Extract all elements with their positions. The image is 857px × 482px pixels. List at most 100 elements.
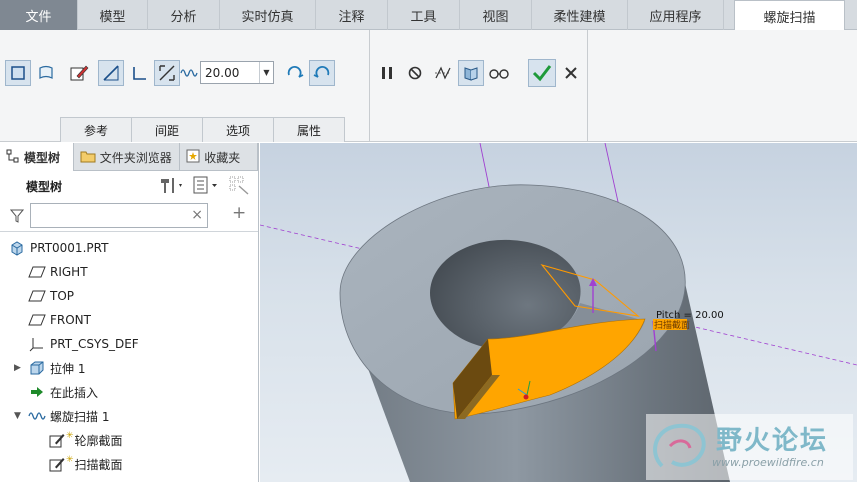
flip-icon <box>159 65 175 81</box>
tab-8[interactable]: 应用程序 <box>628 0 724 30</box>
model-tree: PRT0001.PRT RIGHT TOP FRONT PRT_CSYS_DEF ▶ 拉伸 … <box>0 231 258 476</box>
tree-show-button[interactable] <box>192 175 220 198</box>
modified-star-icon: ✳ <box>66 431 74 441</box>
subtab-3[interactable]: 属性 <box>273 117 345 142</box>
tree-item-label: FRONT <box>50 313 91 327</box>
funnel-icon[interactable] <box>9 209 25 226</box>
tab-4[interactable]: 注释 <box>316 0 388 30</box>
sketch-button[interactable] <box>66 60 92 86</box>
subtab-0[interactable]: 参考 <box>60 117 132 142</box>
tree-item[interactable]: PRT_CSYS_DEF <box>0 332 258 356</box>
left-handed-helix-icon <box>287 66 304 78</box>
ribbon-tabs: 文件 模型 分析 实时仿真 注释 工具 视图 柔性建模 应用程序 螺旋扫描 <box>0 0 857 31</box>
no-preview-button[interactable] <box>402 60 428 86</box>
datum-plane-icon <box>28 287 46 305</box>
subtab-1[interactable]: 间距 <box>131 117 203 142</box>
tree-settings-button[interactable] <box>158 175 184 198</box>
verify-mode-button[interactable] <box>486 60 512 86</box>
edit-sketch-icon <box>70 65 89 81</box>
feature-preview-icon <box>464 67 478 81</box>
tree-item-label: 在此插入 <box>50 385 99 400</box>
add-filter-icon[interactable]: + <box>232 203 246 223</box>
section-normal-trajectory-button[interactable] <box>127 60 153 86</box>
pitch-value[interactable]: 20.00 <box>201 66 259 80</box>
ribbon-group-helical-sweep: 20.00 ▼ 参考 间距 选项 属性 <box>0 30 370 142</box>
tree-item[interactable]: RIGHT <box>0 260 258 284</box>
tools-icon <box>161 178 182 193</box>
watermark-logo-icon <box>653 423 706 468</box>
checkmark-icon <box>532 65 552 82</box>
show-list-icon <box>193 176 217 194</box>
insert-here-icon <box>28 383 46 401</box>
pitch-value-field[interactable]: 20.00 ▼ <box>200 61 274 84</box>
tree-item[interactable]: FRONT <box>0 308 258 332</box>
glasses-icon <box>489 69 509 79</box>
tree-filter-button[interactable] <box>228 175 250 198</box>
helical-sweep-icon <box>28 407 46 425</box>
surface-icon <box>39 65 53 79</box>
datum-plane-icon <box>28 263 46 281</box>
tab-1[interactable]: 模型 <box>78 0 148 30</box>
normal-trajectory-icon <box>133 67 146 80</box>
tree-item[interactable]: PRT0001.PRT <box>0 236 258 260</box>
tab-9[interactable]: 螺旋扫描 <box>734 0 845 31</box>
cancel-button[interactable] <box>558 60 584 86</box>
part-icon <box>8 239 26 257</box>
tab-7[interactable]: 柔性建模 <box>532 0 628 30</box>
geometry-preview-button[interactable] <box>430 60 456 86</box>
watermark-url: www.proewildfire.cn <box>712 456 824 469</box>
sketch-icon <box>48 455 66 473</box>
tree-item-label: 拉伸 1 <box>50 361 86 376</box>
close-icon <box>565 67 577 79</box>
through-axis-icon <box>103 65 119 81</box>
tab-0[interactable]: 文件 <box>0 0 78 30</box>
pause-button[interactable] <box>374 60 400 86</box>
tree-item[interactable]: ▶ 拉伸 1 <box>0 356 258 380</box>
ribbon-panel: 20.00 ▼ 参考 间距 选项 属性 <box>0 30 857 142</box>
tree-item[interactable]: ✳ 轮廓截面 <box>0 428 258 452</box>
forum-watermark: 野火论坛 www.proewildfire.cn <box>646 414 853 480</box>
solid-button[interactable] <box>5 60 31 86</box>
modified-star-icon: ✳ <box>66 455 74 465</box>
tab-favorites[interactable]: 收藏夹 <box>180 143 258 171</box>
extrude-icon <box>28 359 46 377</box>
tab-3[interactable]: 实时仿真 <box>220 0 316 30</box>
tree-item[interactable]: ✳ 扫描截面 <box>0 452 258 476</box>
tree-item-label: 螺旋扫描 1 <box>50 409 110 424</box>
pitch-dropdown-arrow[interactable]: ▼ <box>259 62 273 83</box>
subtab-2[interactable]: 选项 <box>202 117 274 142</box>
tab-favorites-label: 收藏夹 <box>204 150 241 165</box>
csys-origin <box>523 394 529 400</box>
tab-5[interactable]: 工具 <box>388 0 460 30</box>
tab-folder-browser-label: 文件夹浏览器 <box>99 150 172 165</box>
tab-model-tree[interactable]: 模型树 <box>0 143 74 171</box>
csys-icon <box>28 335 46 353</box>
tab-6[interactable]: 视图 <box>460 0 532 30</box>
flip-direction-button[interactable] <box>154 60 180 86</box>
left-handed-button[interactable] <box>282 60 308 86</box>
folder-icon <box>80 149 96 166</box>
model-tree-icon <box>6 149 20 166</box>
section-through-axis-button[interactable] <box>98 60 124 86</box>
clear-search-icon[interactable]: × <box>191 207 203 223</box>
tab-folder-browser[interactable]: 文件夹浏览器 <box>74 143 181 171</box>
expand-icon[interactable]: ▶ <box>14 363 21 373</box>
panel-tabs: 模型树 文件夹浏览器 收藏夹 <box>0 143 258 171</box>
ok-button[interactable] <box>528 59 556 87</box>
section-label: 扫描截面 <box>654 319 690 331</box>
tree-item[interactable]: ▼ 螺旋扫描 1 <box>0 404 258 428</box>
right-handed-button[interactable] <box>309 60 335 86</box>
geometry-preview-icon <box>435 66 451 80</box>
ribbon-group-controls <box>370 30 588 142</box>
tree-filter-bar: × + <box>0 201 258 231</box>
surface-button[interactable] <box>33 60 59 86</box>
tab-model-tree-label: 模型树 <box>24 150 61 165</box>
collapse-icon[interactable]: ▼ <box>14 411 21 421</box>
model-tree-panel: 模型树 文件夹浏览器 收藏夹 模型树 × + PRT0001.PRT RIGHT… <box>0 143 259 482</box>
model-tree-toolbar: 模型树 <box>0 171 258 201</box>
tab-2[interactable]: 分析 <box>148 0 220 30</box>
tree-item[interactable]: 在此插入 <box>0 380 258 404</box>
tree-item[interactable]: TOP <box>0 284 258 308</box>
feature-preview-button[interactable] <box>458 60 484 86</box>
tree-search-input[interactable]: × <box>30 203 208 228</box>
